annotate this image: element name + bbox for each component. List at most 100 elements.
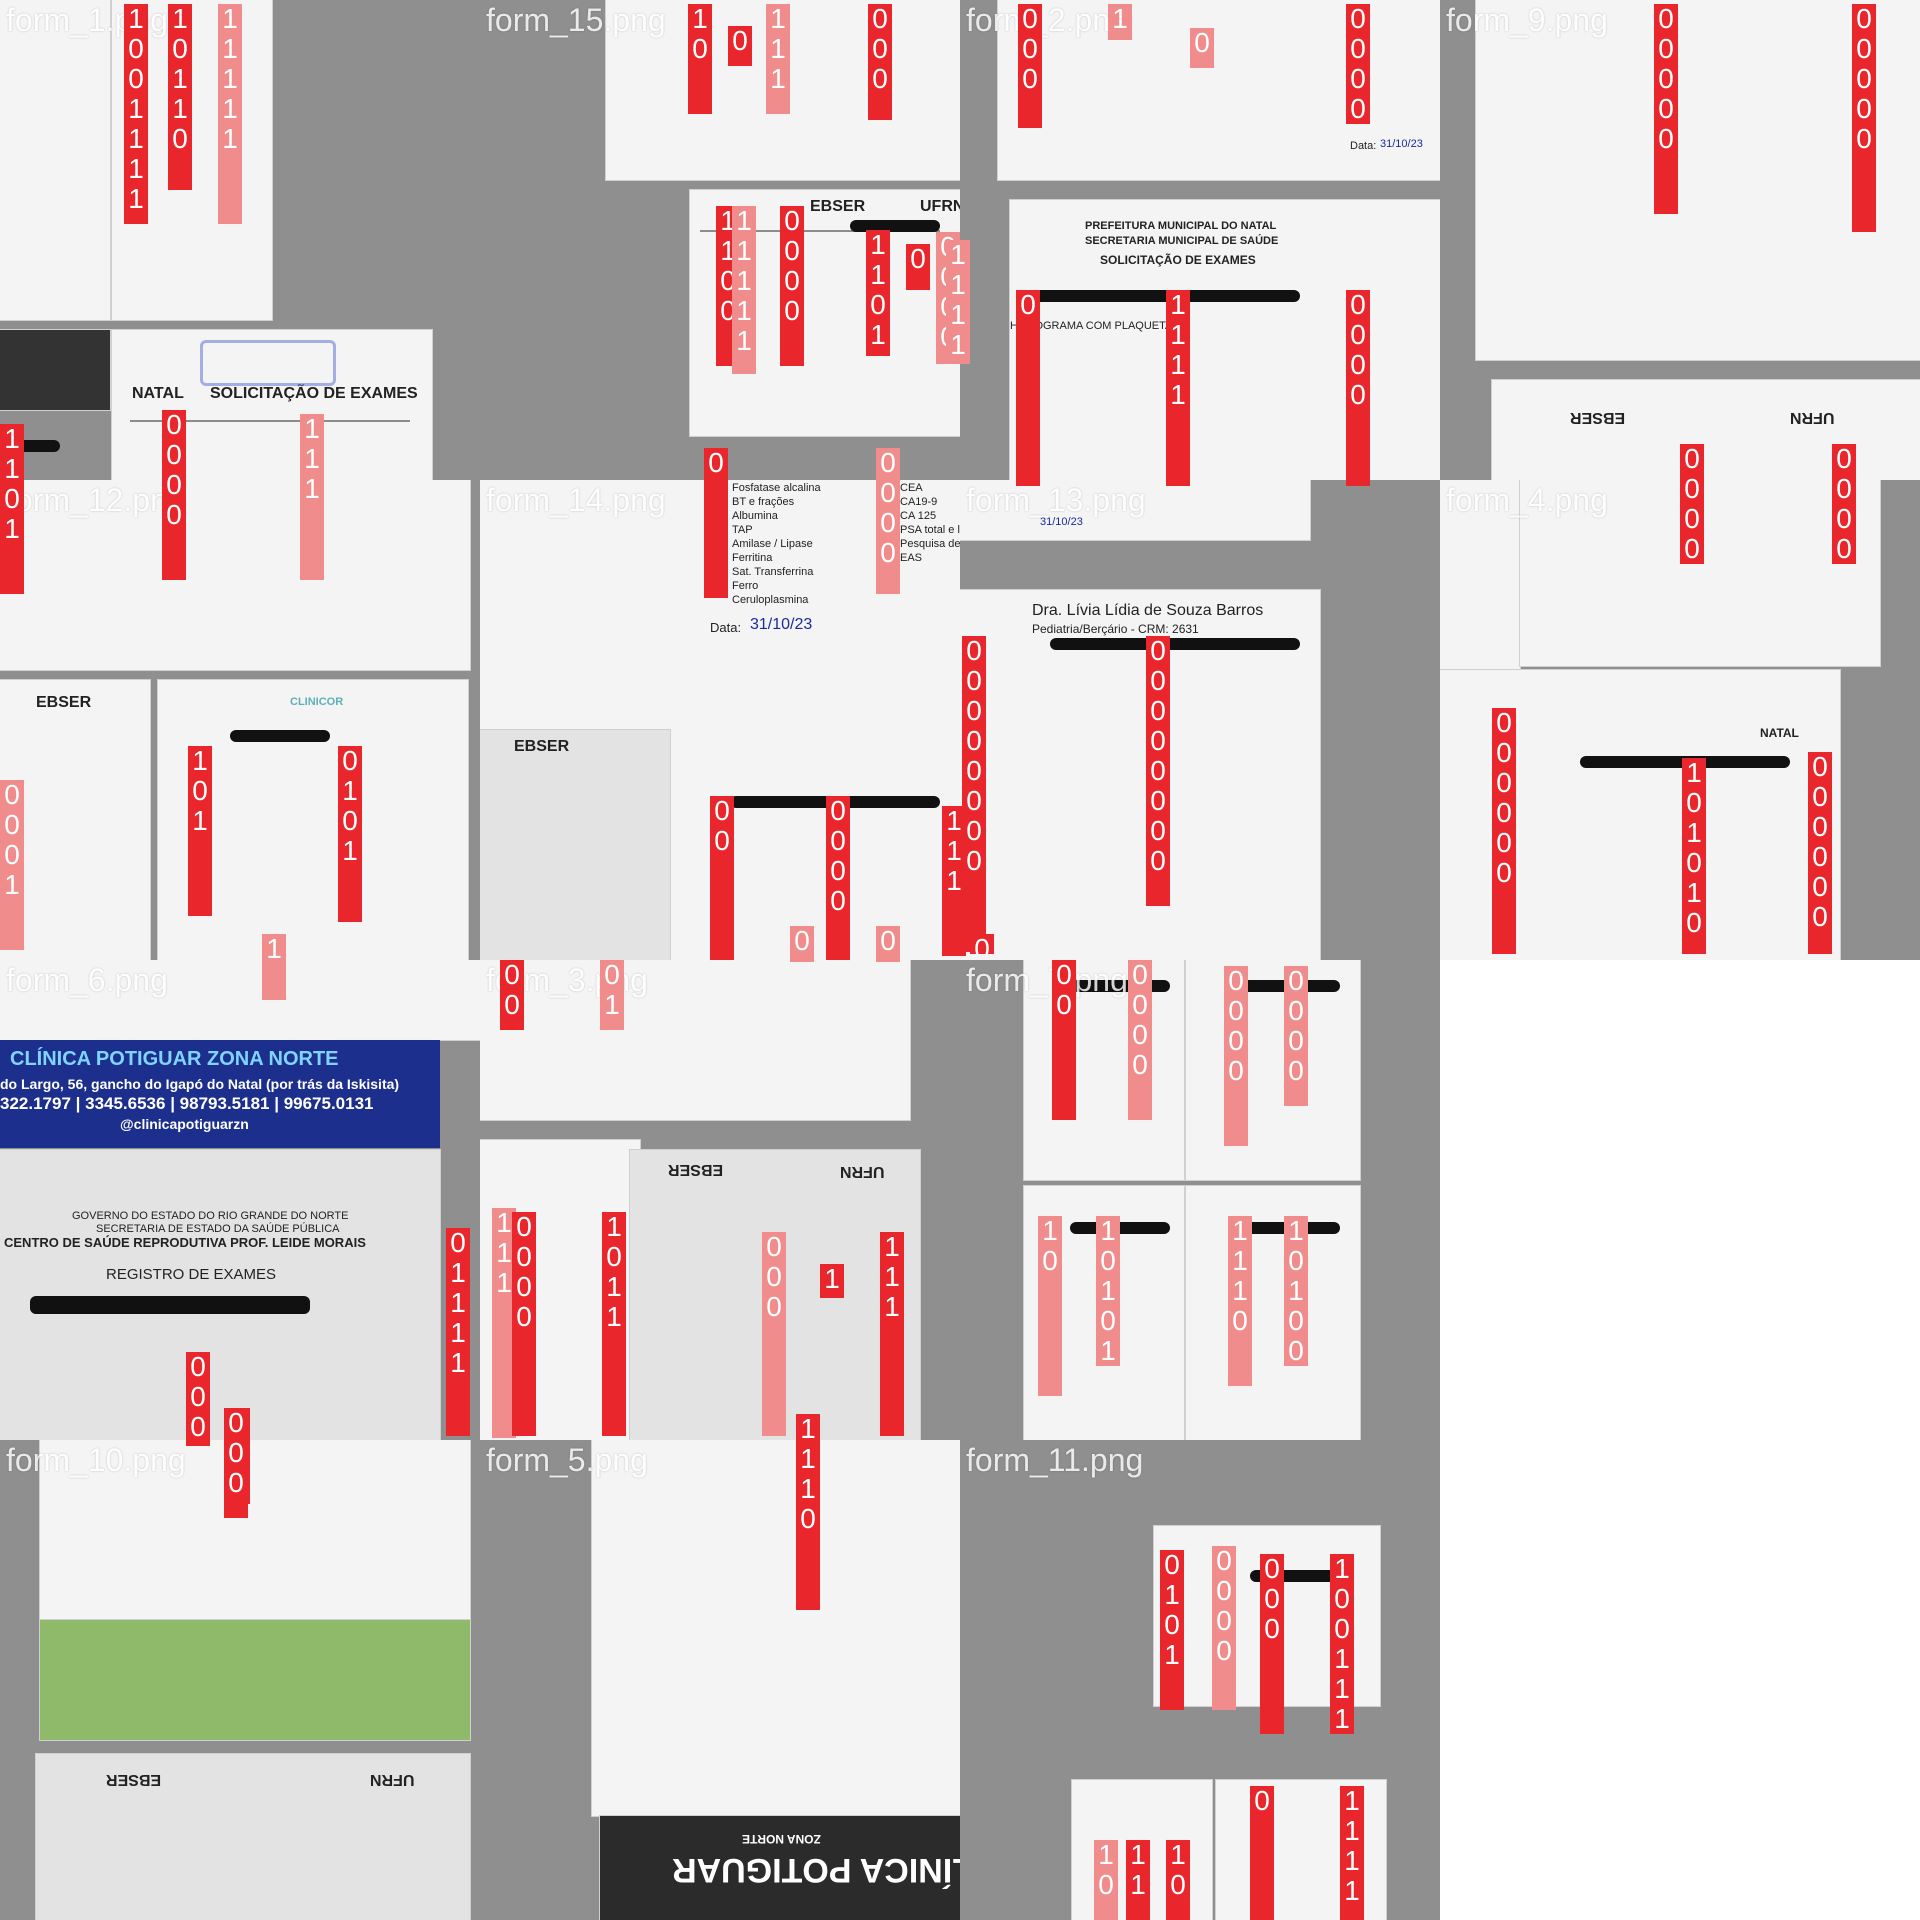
- bar-digit: 0: [1658, 63, 1674, 94]
- tile-form-12: EBSER CLINICOR form_12.png: [0, 480, 480, 960]
- natal-label: NATAL: [1760, 726, 1799, 740]
- label-bar: 1110: [796, 1414, 820, 1610]
- bar-digit: 1: [1042, 1216, 1058, 1246]
- bar-digit: 1: [496, 1267, 512, 1298]
- label-bar: 11: [1126, 1840, 1150, 1920]
- bar-digit: 0: [4, 483, 20, 514]
- bar-digit: 0: [172, 123, 188, 154]
- ebserh-label: EBSER: [514, 738, 570, 755]
- bar-digit: 0: [516, 1241, 532, 1272]
- bar-digit: 0: [966, 665, 982, 696]
- bar-digit: 0: [880, 448, 896, 478]
- label-bar: 111: [880, 1232, 904, 1436]
- label-bar: 10110: [168, 4, 192, 190]
- bar-digit: 0: [1836, 473, 1852, 504]
- bar-digit: 0: [1150, 636, 1166, 666]
- label-bar: 0001: [0, 780, 24, 950]
- tile-form-13: Dra. Lívia Lídia de Souza Barros Pediatr…: [960, 480, 1440, 960]
- bar-digit: 1: [736, 295, 752, 326]
- bar-digit: 0: [1350, 33, 1366, 64]
- bar-digit: 0: [880, 926, 896, 956]
- bar-digit: 1: [800, 1414, 816, 1444]
- bar-digit: 0: [1100, 1305, 1116, 1336]
- bar-digit: 0: [1288, 1055, 1304, 1086]
- bar-digit: 1: [736, 265, 752, 296]
- tile-label: form_11.png: [966, 1442, 1144, 1478]
- bar-digit: 1: [950, 329, 966, 360]
- bar-digit: 0: [910, 244, 926, 274]
- bar-digit: 1: [304, 414, 320, 444]
- form-document: [0, 330, 110, 410]
- bar-digit: 1: [450, 1317, 466, 1348]
- bar-digit: 0: [1150, 665, 1166, 696]
- label-bar: 0000: [876, 448, 900, 594]
- label-bar: 0000: [1680, 444, 1704, 564]
- sesap-label: SECRETARIA DE ESTADO DA SAÚDE PÚBLICA: [96, 1223, 340, 1235]
- bar-digit: 0: [714, 825, 730, 856]
- label-bar: 0: [1190, 28, 1214, 68]
- bar-digit: 0: [504, 989, 520, 1020]
- bar-digit: 0: [1100, 1245, 1116, 1276]
- bar-digit: 0: [766, 1261, 782, 1292]
- bar-digit: 0: [966, 695, 982, 726]
- bar-digit: 1: [342, 835, 358, 866]
- bar-digit: 1: [1686, 877, 1702, 908]
- label-bar: 01111: [446, 1228, 470, 1436]
- bar-digit: 1: [946, 835, 962, 866]
- bar-digit: 0: [166, 469, 182, 500]
- bar-digit: 0: [1232, 1305, 1248, 1336]
- exam-item: BT e frações: [732, 496, 795, 508]
- redaction: [1050, 638, 1300, 650]
- bar-digit: 1: [1334, 1643, 1350, 1674]
- bar-digit: 0: [1254, 1786, 1270, 1816]
- bar-digit: 1: [450, 1257, 466, 1288]
- bar-digit: 0: [1658, 93, 1674, 124]
- bar-digit: 1: [1170, 1840, 1186, 1870]
- bar-digit: 0: [1264, 1554, 1280, 1584]
- bar-digit: 0: [1132, 1049, 1148, 1080]
- bar-digit: 0: [1350, 290, 1366, 320]
- bar-digit: 0: [1228, 995, 1244, 1026]
- bar-digit: 1: [1130, 1869, 1146, 1900]
- label-bar: 111: [300, 414, 324, 580]
- bar-digit: 1: [1232, 1245, 1248, 1276]
- bar-digit: 0: [1658, 4, 1674, 34]
- label-bar: 00000: [1654, 4, 1678, 214]
- label-bar: 1111: [946, 240, 970, 364]
- bar-digit: 1: [1232, 1216, 1248, 1246]
- form-document: [0, 1150, 440, 1440]
- tile-form-5: CLÍNICA POTIGUAR ZONA NORTE form_5.png: [480, 1440, 960, 1920]
- bar-digit: 1: [950, 240, 966, 270]
- label-bar: 1101: [866, 230, 890, 356]
- bar-digit: 1: [606, 1271, 622, 1302]
- label-bar: 0: [906, 244, 930, 290]
- label-bar: 00: [1052, 960, 1076, 1120]
- bar-digit: 0: [1132, 1019, 1148, 1050]
- bar-digit: 1: [1100, 1216, 1116, 1246]
- bar-digit: 0: [1264, 1613, 1280, 1644]
- bar-digit: 1: [304, 473, 320, 504]
- label-bar: 0101: [1160, 1550, 1184, 1710]
- bar-digit: 1: [1164, 1639, 1180, 1670]
- label-bar: 0: [1250, 1786, 1274, 1920]
- bar-digit: 1: [266, 934, 282, 964]
- tile-form-9: EBSER UFRN form_9.png: [1440, 0, 1920, 480]
- ebserh-label: EBSER: [810, 198, 866, 215]
- bar-digit: 1: [1344, 1845, 1360, 1876]
- label-bar: 00000: [1852, 4, 1876, 232]
- secretaria-label: SECRETARIA MUNICIPAL DE SAÚDE: [1085, 235, 1279, 247]
- bar-digit: 0: [1164, 1609, 1180, 1640]
- bar-digit: 0: [1350, 93, 1366, 124]
- bar-digit: 0: [172, 33, 188, 64]
- bar-digit: 0: [966, 815, 982, 846]
- bar-digit: 1: [496, 1208, 512, 1238]
- bar-digit: 0: [1812, 781, 1828, 812]
- bar-digit: 1: [824, 1264, 840, 1294]
- label-bar: 10: [1094, 1840, 1118, 1920]
- bar-digit: 1: [450, 1287, 466, 1318]
- bar-digit: 1: [736, 235, 752, 266]
- bar-digit: 0: [974, 934, 990, 954]
- bar-digit: 1: [884, 1261, 900, 1292]
- bar-digit: 1: [222, 123, 238, 154]
- form-document: [480, 730, 670, 960]
